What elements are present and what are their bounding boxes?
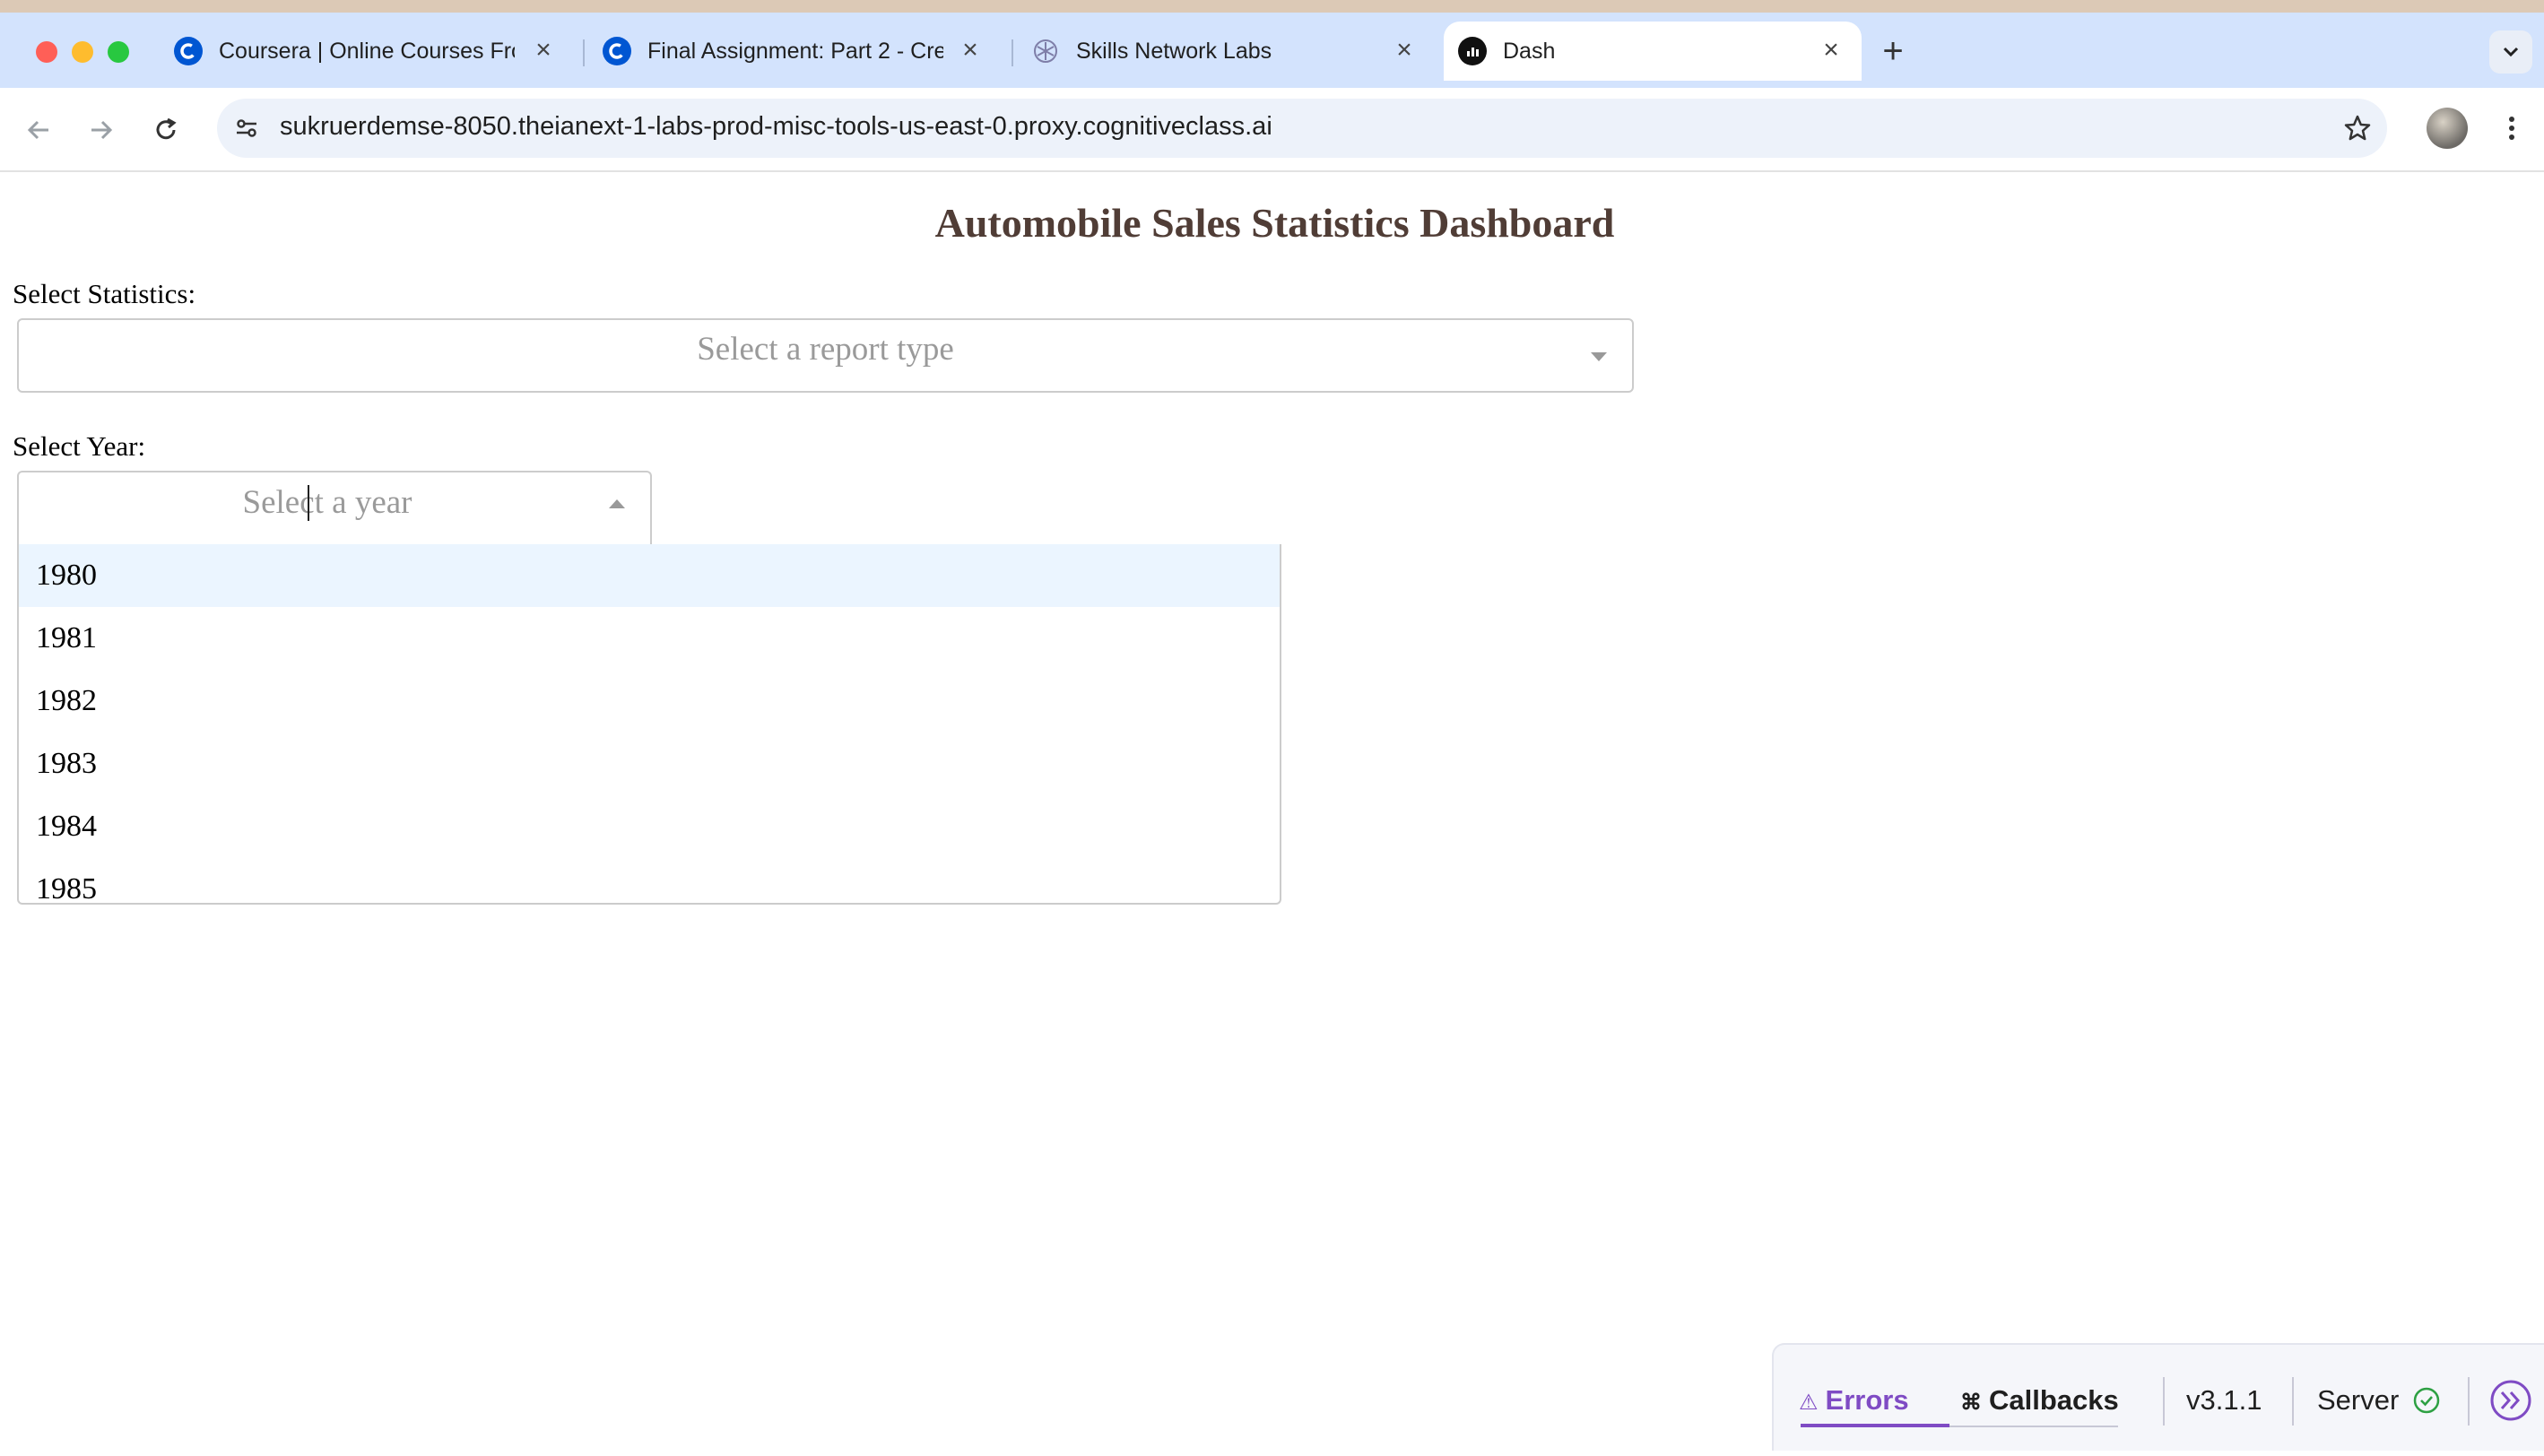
- warning-icon: ⚠: [1799, 1391, 1819, 1415]
- close-icon[interactable]: ×: [1388, 34, 1420, 66]
- callbacks-tab[interactable]: ⌘ Callbacks: [1960, 1384, 2119, 1417]
- back-button[interactable]: [18, 109, 59, 151]
- report-type-dropdown[interactable]: Select a report type: [17, 318, 1634, 393]
- tab-title: Coursera | Online Courses Fro: [219, 38, 515, 64]
- close-icon[interactable]: ×: [954, 34, 986, 66]
- tab-dash[interactable]: Dash ×: [1444, 22, 1862, 81]
- dash-debug-menu: ⚠ Errors ⌘ Callbacks v3.1.1 Server: [1772, 1343, 2544, 1451]
- select-statistics-label: Select Statistics:: [13, 278, 196, 309]
- avatar[interactable]: [2427, 108, 2468, 149]
- tab-final-assignment[interactable]: Final Assignment: Part 2 - Cre ×: [588, 22, 1001, 81]
- double-chevron-right-icon: [2490, 1380, 2531, 1421]
- skills-network-icon: [1031, 37, 1060, 65]
- collapse-debug-button[interactable]: [2489, 1379, 2531, 1421]
- server-label: Server: [2317, 1384, 2400, 1416]
- coursera-icon: [174, 37, 203, 65]
- tab-search-button[interactable]: [2489, 30, 2532, 74]
- site-info-icon[interactable]: [226, 108, 267, 149]
- url-text[interactable]: sukruerdemse-8050.theianext-1-labs-prod-…: [280, 112, 1272, 142]
- browser-tab-bar: Coursera | Online Courses Fro × Final As…: [0, 0, 2544, 88]
- caret-up-icon[interactable]: [609, 499, 625, 508]
- version-label: v3.1.1: [2186, 1384, 2262, 1416]
- tab-coursera[interactable]: Coursera | Online Courses Fro ×: [161, 22, 574, 81]
- year-option-1984[interactable]: 1984: [19, 795, 1280, 858]
- forward-button[interactable]: [81, 109, 122, 151]
- tab-separator: [1012, 39, 1013, 66]
- caret-down-icon[interactable]: [1591, 352, 1607, 361]
- maximize-window-button[interactable]: [108, 41, 129, 63]
- errors-tab-underline: [1801, 1424, 1949, 1427]
- select-year-label: Select Year:: [13, 430, 146, 462]
- divider: [2163, 1377, 2165, 1426]
- more-menu-icon[interactable]: [2491, 108, 2532, 149]
- year-options-menu[interactable]: 1980 1981 1982 1983 1984 1985: [17, 544, 1281, 905]
- callbacks-tab-underline: [1949, 1426, 2118, 1427]
- server-status: Server: [2317, 1384, 2441, 1417]
- reload-button[interactable]: [145, 109, 187, 151]
- text-cursor: [308, 485, 309, 521]
- year-dropdown[interactable]: Select a year: [17, 471, 652, 548]
- errors-label: Errors: [1825, 1384, 1909, 1416]
- address-bar[interactable]: sukruerdemse-8050.theianext-1-labs-prod-…: [217, 99, 2387, 158]
- report-type-placeholder: Select a report type: [697, 331, 954, 368]
- divider: [2292, 1377, 2294, 1426]
- new-tab-button[interactable]: +: [1872, 30, 1914, 72]
- arrow-right-icon: [91, 120, 113, 140]
- page-title: Automobile Sales Statistics Dashboard: [934, 200, 1615, 246]
- errors-tab[interactable]: ⚠ Errors: [1799, 1384, 1909, 1417]
- year-placeholder[interactable]: Select a year: [243, 483, 412, 522]
- minimize-window-button[interactable]: [72, 41, 93, 63]
- year-option-1983[interactable]: 1983: [19, 732, 1280, 795]
- browser-toolbar: sukruerdemse-8050.theianext-1-labs-prod-…: [0, 88, 2544, 172]
- close-icon[interactable]: ×: [527, 34, 560, 66]
- tab-title: Skills Network Labs: [1076, 38, 1272, 64]
- bookmark-star-icon[interactable]: [2337, 108, 2378, 149]
- check-circle-icon: [2413, 1387, 2440, 1414]
- coursera-icon: [603, 37, 631, 65]
- window-top-edge: [0, 0, 2544, 13]
- divider: [2468, 1377, 2470, 1426]
- chevron-down-icon: [2503, 47, 2519, 57]
- tab-skills-network-labs[interactable]: Skills Network Labs ×: [1017, 22, 1435, 81]
- dash-app: Automobile Sales Statistics Dashboard Se…: [0, 172, 2544, 1456]
- dash-icon: [1458, 37, 1487, 65]
- year-option-1985[interactable]: 1985: [19, 858, 1280, 903]
- year-option-1980[interactable]: 1980: [19, 544, 1280, 607]
- year-option-1982[interactable]: 1982: [19, 670, 1280, 732]
- close-window-button[interactable]: [36, 41, 57, 63]
- callbacks-icon: ⌘: [1960, 1391, 1982, 1415]
- tab-separator: [583, 39, 585, 66]
- tab-title: Final Assignment: Part 2 - Cre: [647, 38, 943, 64]
- year-option-1981[interactable]: 1981: [19, 607, 1280, 670]
- arrow-left-icon: [27, 120, 48, 140]
- close-icon[interactable]: ×: [1815, 34, 1847, 66]
- tab-title: Dash: [1503, 38, 1556, 64]
- callbacks-label: Callbacks: [1989, 1384, 2119, 1416]
- reload-icon: [156, 117, 177, 140]
